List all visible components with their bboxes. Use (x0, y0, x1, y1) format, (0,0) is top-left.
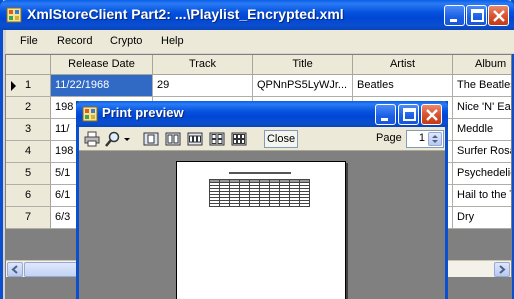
column-header-album[interactable]: Album (453, 55, 511, 75)
pp-maximize-button[interactable] (398, 104, 419, 125)
row-number: 2 (24, 101, 32, 113)
one-page-icon[interactable] (143, 131, 159, 147)
print-preview-titlebar[interactable]: Print preview (76, 101, 448, 127)
preview-page-title (229, 172, 291, 174)
maximize-button[interactable] (466, 5, 487, 26)
minimize-icon (450, 19, 457, 22)
main-titlebar[interactable]: XmlStoreClient Part2: ...\Playlist_Encry… (0, 0, 514, 30)
cell-track[interactable]: 29 (153, 75, 253, 97)
six-pages-icon[interactable] (231, 131, 247, 147)
close-button[interactable] (488, 5, 509, 26)
print-preview-close-button[interactable]: Close (264, 130, 298, 148)
spinner-arrows-icon (432, 135, 438, 143)
four-pages-icon[interactable] (209, 131, 225, 147)
scroll-left-button[interactable] (7, 262, 23, 277)
row-number: 5 (24, 167, 32, 179)
page-spinner[interactable] (428, 132, 442, 146)
zoom-icon[interactable] (105, 131, 121, 147)
column-header-title[interactable]: Title (253, 55, 353, 75)
row-number: 1 (24, 79, 32, 91)
menu-crypto[interactable]: Crypto (110, 35, 142, 47)
chevron-left-icon (11, 265, 18, 274)
cell-album[interactable]: Psychedelic (453, 163, 511, 185)
print-preview-app-icon (82, 106, 98, 122)
menu-bar: File Record Crypto Help (6, 30, 514, 54)
row-header[interactable]: 2 (6, 97, 51, 119)
close-icon (426, 109, 438, 121)
cell-title[interactable]: QPNnPS5LyWJr... (253, 75, 353, 97)
print-preview-title: Print preview (102, 105, 184, 120)
grid-corner[interactable] (6, 55, 51, 75)
cell-album[interactable]: Dry (453, 207, 511, 229)
row-number: 4 (24, 145, 32, 157)
column-header-release-date[interactable]: Release Date (51, 55, 153, 75)
preview-page (176, 161, 346, 299)
column-header-artist[interactable]: Artist (353, 55, 453, 75)
pp-minimize-button[interactable] (375, 104, 396, 125)
row-number: 7 (24, 211, 32, 223)
maximize-icon (471, 9, 484, 22)
cell-album[interactable]: Surfer Rosa (453, 141, 511, 163)
row-number: 6 (24, 189, 32, 201)
menu-help[interactable]: Help (161, 35, 184, 47)
page-number-value: 1 (418, 132, 425, 144)
row-header[interactable]: 7 (6, 207, 51, 229)
pp-close-button[interactable] (421, 104, 442, 125)
row-number: 3 (24, 123, 32, 135)
cell-album[interactable]: The Beatles (453, 75, 511, 97)
page-label: Page (376, 132, 402, 144)
scroll-right-button[interactable] (494, 262, 510, 277)
row-header[interactable]: 1 (6, 75, 51, 97)
menu-record[interactable]: Record (57, 35, 92, 47)
chevron-right-icon (499, 265, 506, 274)
print-preview-toolbar: Close Page 1 (79, 127, 445, 151)
close-icon (493, 10, 505, 22)
row-header[interactable]: 6 (6, 185, 51, 207)
row-header[interactable]: 3 (6, 119, 51, 141)
cell-album[interactable]: Meddle (453, 119, 511, 141)
cell-release-date[interactable]: 11/22/1968 (51, 75, 153, 97)
menu-file[interactable]: File (20, 35, 38, 47)
column-header-track[interactable]: Track (153, 55, 253, 75)
maximize-icon (403, 108, 416, 121)
minimize-button[interactable] (444, 5, 465, 26)
cell-album[interactable]: Hail to the T (453, 185, 511, 207)
current-row-arrow-icon (11, 81, 16, 91)
chevron-down-icon[interactable] (122, 131, 132, 147)
preview-canvas[interactable] (79, 152, 445, 299)
page-number-input[interactable]: 1 (406, 130, 444, 148)
print-preview-window: Print preview Close Page 1 (76, 101, 448, 299)
printer-icon[interactable] (84, 131, 100, 147)
cell-album[interactable]: Nice 'N' Eas (453, 97, 511, 119)
window-title: XmlStoreClient Part2: ...\Playlist_Encry… (27, 6, 344, 22)
preview-page-table (209, 179, 310, 207)
app-icon (6, 7, 22, 23)
row-header[interactable]: 4 (6, 141, 51, 163)
three-pages-icon[interactable] (187, 131, 203, 147)
two-pages-icon[interactable] (165, 131, 181, 147)
minimize-icon (381, 118, 388, 121)
cell-artist[interactable]: Beatles (353, 75, 453, 97)
row-header[interactable]: 5 (6, 163, 51, 185)
